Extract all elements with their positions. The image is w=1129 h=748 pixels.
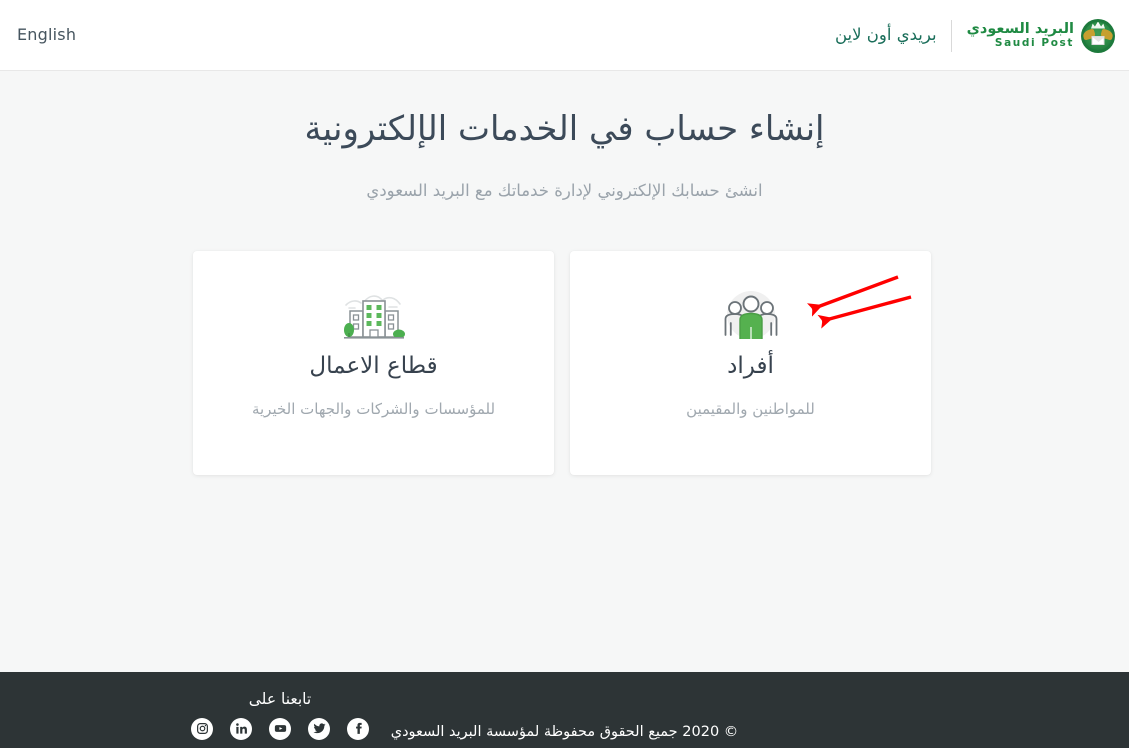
account-type-description: للمؤسسات والشركات والجهات الخيرية: [251, 399, 496, 418]
brand-name-arabic: البريد السعودي: [966, 20, 1074, 37]
account-type-card-business[interactable]: قطاع الاعمال للمؤسسات والشركات والجهات ا…: [193, 251, 554, 475]
saudi-post-logo[interactable]: البريد السعودي Saudi Post: [966, 18, 1115, 53]
language-switch-link[interactable]: English: [17, 25, 76, 44]
brand-wordmark: البريد السعودي Saudi Post: [966, 20, 1074, 50]
site-header: English البريد السعودي Saudi Post بريدي …: [0, 0, 1129, 71]
follow-us-label: تابعنا على: [248, 690, 312, 708]
page-title: إنشاء حساب في الخدمات الإلكترونية: [304, 109, 825, 149]
header-right-group: البريد السعودي Saudi Post بريدي أون لاين: [835, 0, 1115, 71]
copyright-block: © 2020 جميع الحقوق محفوظة لمؤسسة البريد …: [0, 722, 1129, 742]
brand-name-english: Saudi Post: [994, 37, 1074, 49]
page-subtitle: انشئ حسابك الإلكتروني لإدارة خدماتك مع ا…: [366, 181, 763, 200]
main-content: إنشاء حساب في الخدمات الإلكترونية انشئ ح…: [0, 71, 1129, 672]
account-type-card-individuals[interactable]: أفراد للمواطنين والمقيمين: [570, 251, 931, 475]
people-group-icon: [720, 287, 782, 343]
saudi-post-emblem-icon: [1081, 18, 1115, 53]
page-root: English البريد السعودي Saudi Post بريدي …: [0, 0, 1129, 748]
copyright-text: © 2020 جميع الحقوق محفوظة لمؤسسة البريد …: [390, 724, 739, 740]
building-icon: [342, 287, 406, 343]
baridi-online-link[interactable]: بريدي أون لاين: [835, 25, 937, 46]
account-type-cards: قطاع الاعمال للمؤسسات والشركات والجهات ا…: [193, 251, 931, 475]
header-divider: [950, 19, 952, 52]
account-type-title: قطاع الاعمال: [309, 353, 438, 379]
account-type-title: أفراد: [727, 353, 774, 379]
account-type-description: للمواطنين والمقيمين: [686, 399, 815, 418]
site-footer: تابعنا على © 2020 جميع الحقوق محفوظة لمؤ…: [0, 672, 1129, 748]
